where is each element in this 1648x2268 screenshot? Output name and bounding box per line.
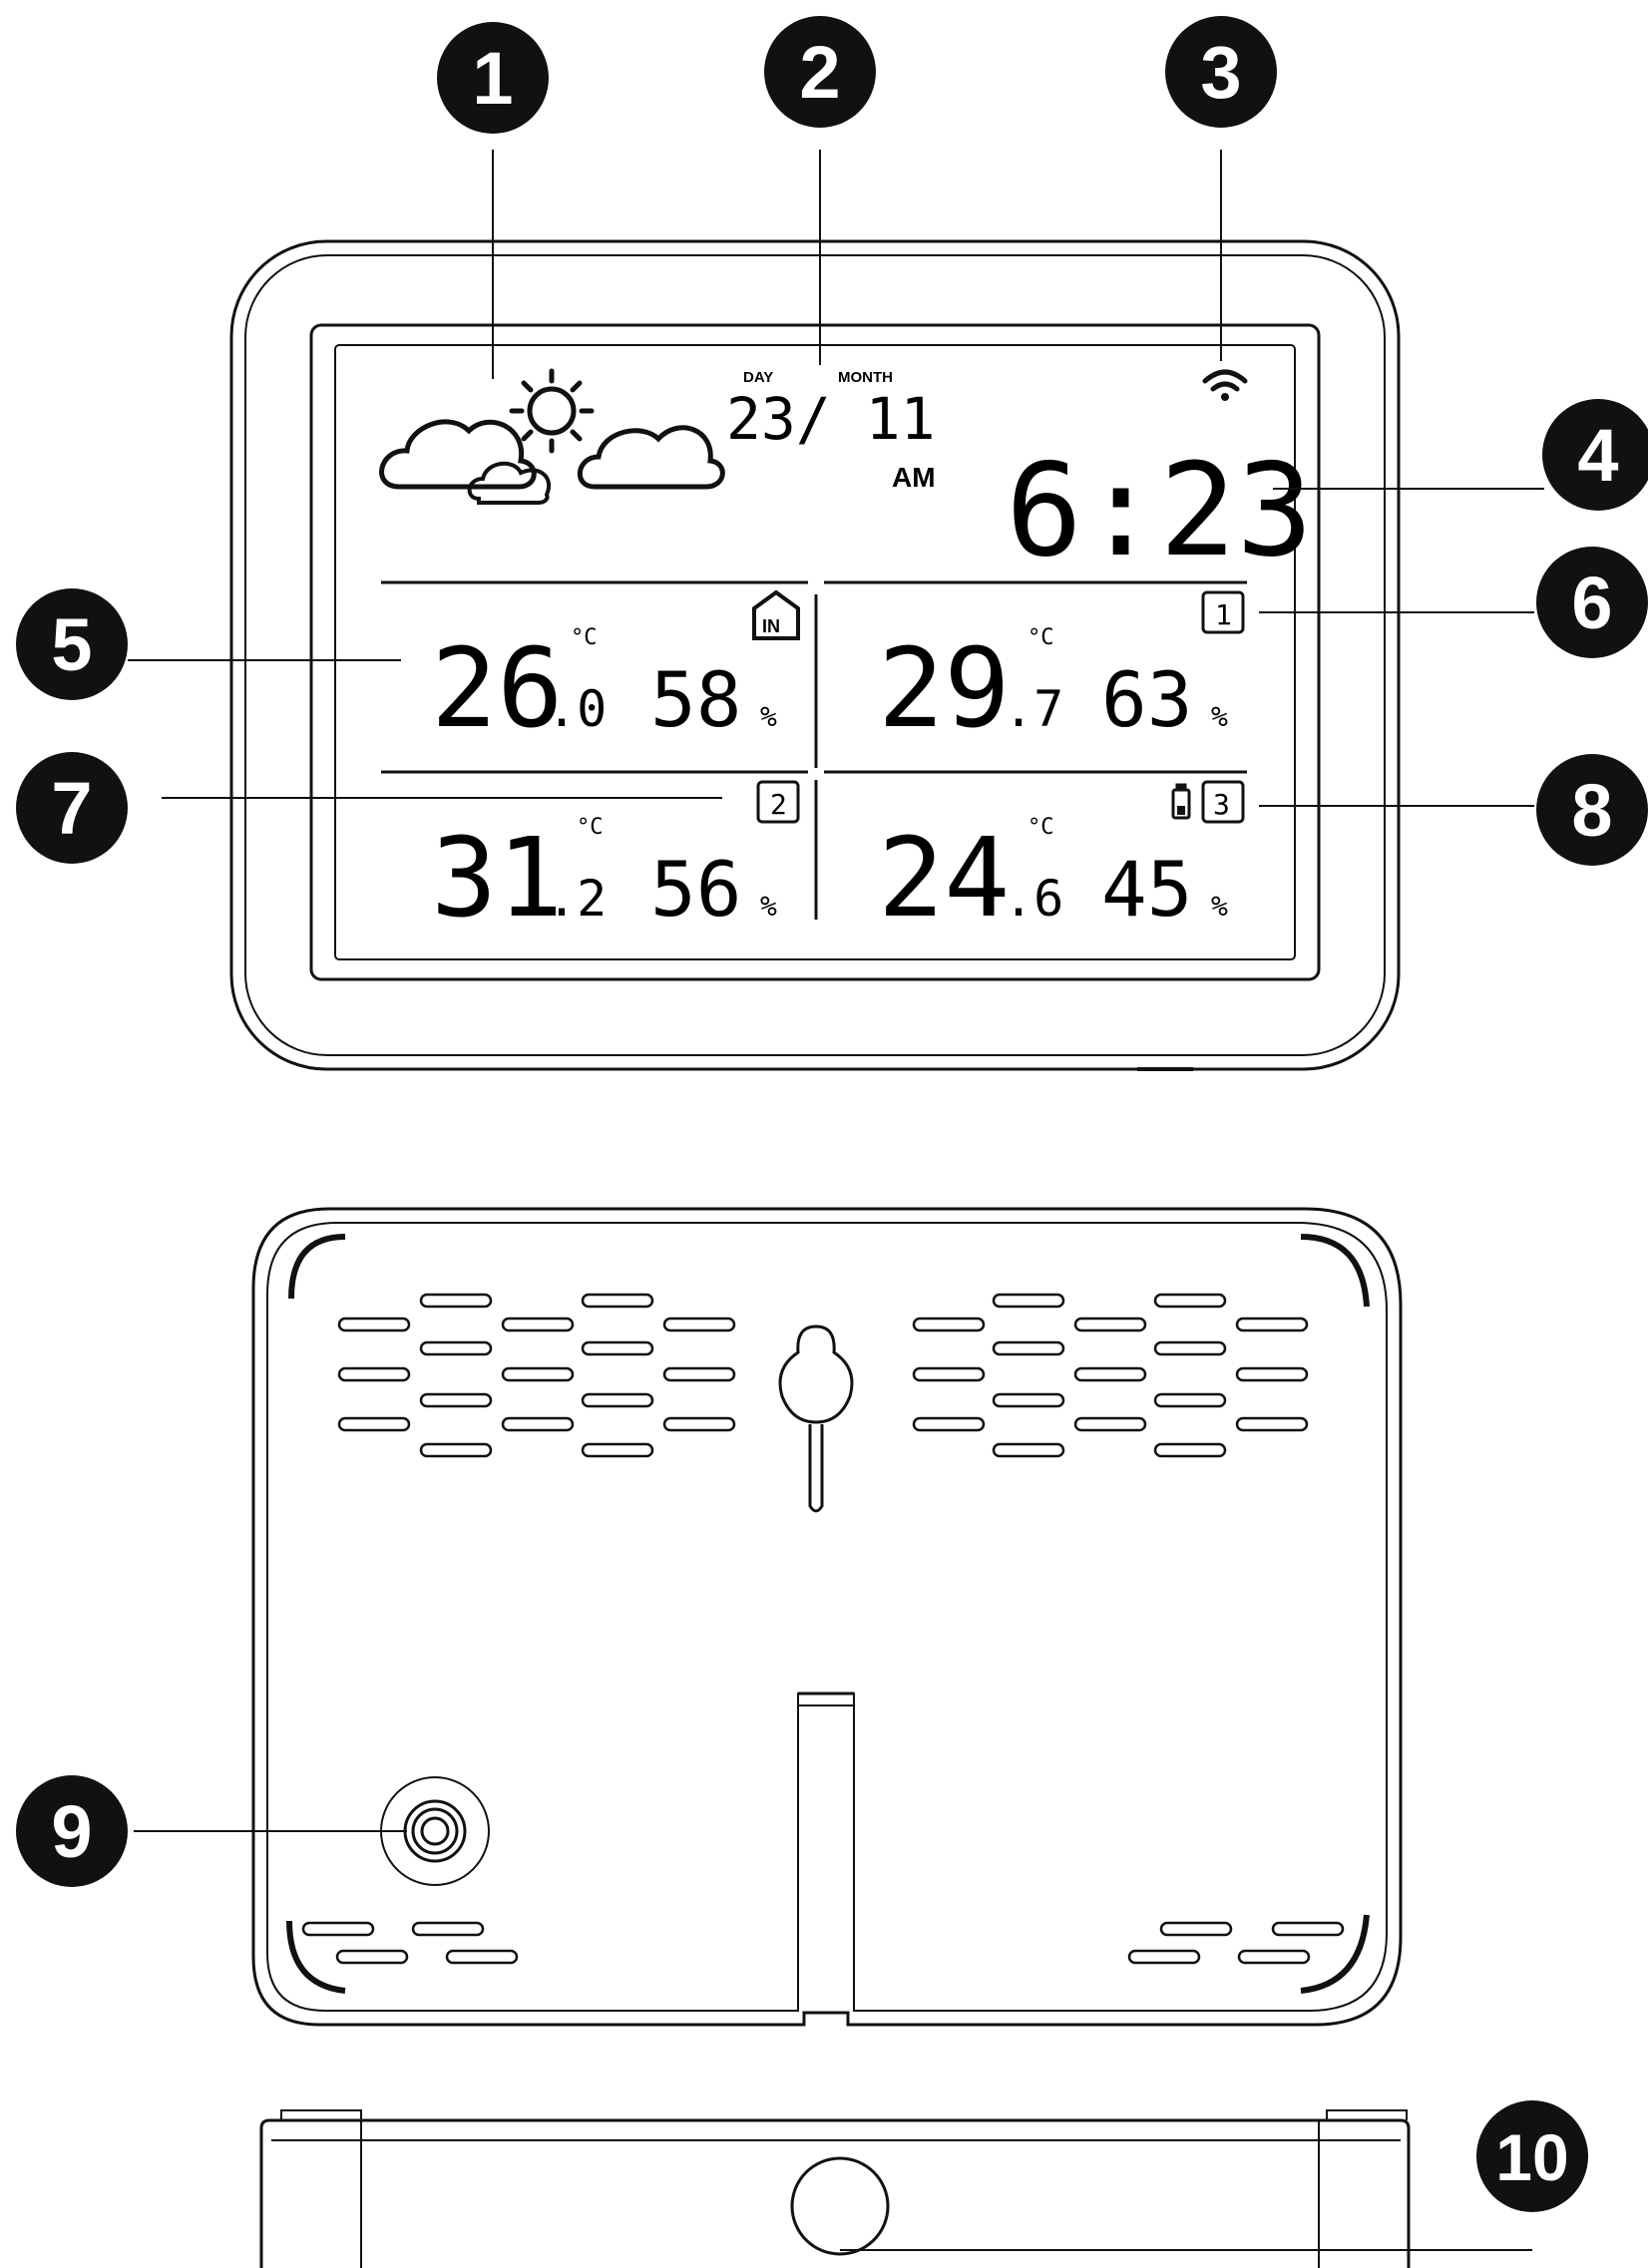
corner-foot-tr xyxy=(1300,1234,1370,1308)
callout-6: 6 xyxy=(1536,547,1648,658)
day-label: DAY xyxy=(743,369,773,386)
callout-1-label: 1 xyxy=(472,37,513,120)
callout-3-label: 3 xyxy=(1200,31,1241,114)
callout-8: 8 xyxy=(1536,754,1648,866)
vent-slots xyxy=(301,1293,1345,1965)
front-view xyxy=(229,239,1401,1071)
callout-6-label: 6 xyxy=(1571,562,1612,644)
time-value: 6:23 xyxy=(1006,437,1313,585)
keyhole-icon xyxy=(778,1324,854,1513)
ch2-humidity: 56 xyxy=(650,845,742,934)
ch2-temp-decimal: .2 xyxy=(547,870,607,928)
callout-7: 7 xyxy=(16,752,128,864)
ch2-temp-int: 31 xyxy=(431,814,563,942)
ch1-humidity: 63 xyxy=(1101,655,1193,744)
cloud-small-icon xyxy=(467,462,551,505)
back-inner-edge xyxy=(266,1222,1388,2012)
ch3-temp-unit: °C xyxy=(1028,815,1054,840)
ch1-temp-unit: °C xyxy=(1028,625,1054,650)
date-value: 23/ 11 xyxy=(726,385,936,453)
callout-5-label: 5 xyxy=(51,603,92,686)
callout-4-label: 4 xyxy=(1577,414,1618,497)
vent-right-row-5 xyxy=(992,1392,1227,1408)
low-battery-icon xyxy=(1171,783,1191,820)
callout-7-label: 7 xyxy=(51,767,92,850)
callout-5: 5 xyxy=(16,588,128,700)
diagram-canvas: DAY MONTH 23/ 11 AM 6:23 IN 26 °C .0 58 … xyxy=(16,16,1648,2268)
cloud-right-icon xyxy=(577,425,725,490)
vent-right-row-4 xyxy=(912,1366,1309,1382)
ch3-temp-decimal: .6 xyxy=(1004,870,1063,928)
indoor-temp-int: 26 xyxy=(431,624,563,752)
corner-foot-br xyxy=(1300,1914,1370,1994)
ch1-temp-int: 29 xyxy=(878,624,1010,752)
vent-bottom-right xyxy=(1127,1921,1345,1965)
callout-9: 9 xyxy=(16,1775,128,1887)
round-button-icon xyxy=(790,2156,890,2256)
sun-icon xyxy=(527,386,577,436)
callout-4: 4 xyxy=(1542,399,1648,511)
indoor-tag: IN xyxy=(762,616,780,636)
bottom-view xyxy=(259,2109,1411,2268)
indoor-temp-unit: °C xyxy=(571,625,598,650)
vent-left-row-1 xyxy=(337,1317,736,1332)
channel-1-tag: 1 xyxy=(1215,598,1232,631)
ch2-percent-sign: % xyxy=(760,890,777,923)
callout-3: 3 xyxy=(1165,16,1277,128)
callout-8-label: 8 xyxy=(1571,769,1612,852)
vent-left-row-3 xyxy=(419,1340,654,1356)
vent-left-row-5 xyxy=(419,1392,654,1408)
vent-left-row-2 xyxy=(419,1293,654,1309)
ch3-percent-sign: % xyxy=(1211,890,1228,923)
callout-2: 2 xyxy=(764,16,876,128)
vent-right-row-1 xyxy=(912,1317,1309,1332)
vent-bottom-left xyxy=(301,1921,519,1965)
channel-3-tag: 3 xyxy=(1213,788,1230,821)
callout-1: 1 xyxy=(437,22,549,134)
ch3-humidity: 45 xyxy=(1101,845,1193,934)
corner-foot-tl xyxy=(288,1234,346,1300)
vent-right-row-6 xyxy=(912,1416,1309,1432)
cloud-left-icon xyxy=(379,419,537,490)
vent-right-row-3 xyxy=(992,1340,1227,1356)
month-label: MONTH xyxy=(838,369,893,386)
weather-station-diagram: DAY MONTH 23/ 11 AM 6:23 IN 26 °C .0 58 … xyxy=(0,0,1648,2268)
indoor-humidity: 58 xyxy=(650,655,742,744)
weather-forecast-icon xyxy=(379,368,725,505)
ch3-temp-int: 24 xyxy=(878,814,1010,942)
ch2-temp-unit: °C xyxy=(577,815,604,840)
ch1-temp-decimal: .7 xyxy=(1004,680,1063,738)
am-pm-indicator: AM xyxy=(892,462,936,493)
indoor-percent-sign: % xyxy=(760,700,777,733)
wifi-signal-icon xyxy=(1202,369,1248,401)
callout-10: 10 xyxy=(1476,2100,1588,2212)
vent-right-row-2 xyxy=(992,1293,1227,1309)
vent-left-row-7 xyxy=(419,1442,654,1458)
channel-2-tag: 2 xyxy=(770,788,787,821)
callout-10-label: 10 xyxy=(1495,2120,1568,2194)
sun-rays xyxy=(509,368,595,454)
bottom-housing xyxy=(259,2118,1411,2268)
indoor-temp-decimal: .0 xyxy=(547,680,607,738)
vent-right-row-7 xyxy=(992,1442,1227,1458)
callout-2-label: 2 xyxy=(799,31,840,114)
callout-9-label: 9 xyxy=(51,1790,92,1873)
ch1-percent-sign: % xyxy=(1211,700,1228,733)
vent-left-row-4 xyxy=(337,1366,736,1382)
vent-left-row-6 xyxy=(337,1416,736,1432)
